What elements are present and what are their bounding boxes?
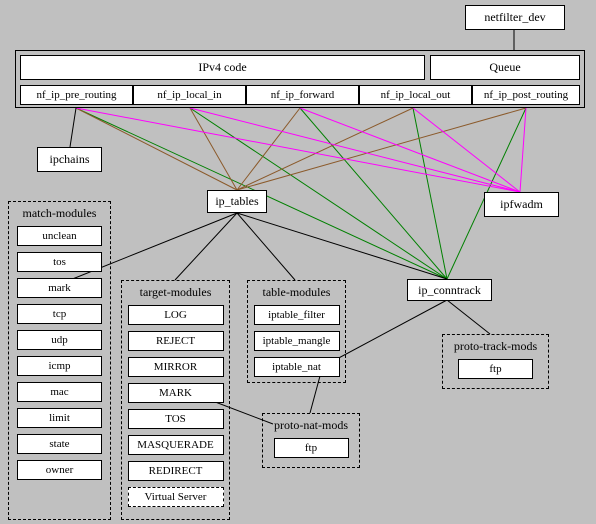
target-tos: TOS [128,409,224,429]
hook-forward-label: nf_ip_forward [271,89,335,101]
target-virtual-server: Virtual Server [128,487,224,507]
hook-post-routing-label: nf_ip_post_routing [484,89,568,101]
netfilter-dev-label: netfilter_dev [484,10,545,25]
target-reject: REJECT [128,331,224,351]
target-mirror: MIRROR [128,357,224,377]
ipchains-box: ipchains [37,147,102,172]
table-iptable-nat: iptable_nat [254,357,340,377]
netfilter-dev-box: netfilter_dev [465,5,565,30]
match-modules-header: match-modules [13,204,106,223]
proto-nat-mods-container: proto-nat-mods ftp [262,413,360,468]
table-iptable-mangle: iptable_mangle [254,331,340,351]
match-modules-container: match-modules unclean tos mark tcp udp i… [8,201,111,520]
queue-box: Queue [430,55,580,80]
hook-local-out-label: nf_ip_local_out [381,89,451,101]
proto-nat-mods-header: proto-nat-mods [267,416,355,435]
match-udp: udp [17,330,102,350]
hook-pre-routing: nf_ip_pre_routing [20,85,133,105]
ip-tables-label: ip_tables [215,194,258,209]
proto-nat-ftp: ftp [274,438,349,458]
hook-local-in-label: nf_ip_local_in [157,89,221,101]
hook-local-out: nf_ip_local_out [359,85,472,105]
ip-conntrack-label: ip_conntrack [418,283,481,298]
match-mac: mac [17,382,102,402]
ipfwadm-label: ipfwadm [500,197,543,212]
table-modules-container: table-modules iptable_filter iptable_man… [247,280,346,383]
target-log: LOG [128,305,224,325]
match-tcp: tcp [17,304,102,324]
proto-track-mods-container: proto-track-mods ftp [442,334,549,389]
target-mark: MARK [128,383,224,403]
match-owner: owner [17,460,102,480]
match-unclean: unclean [17,226,102,246]
proto-track-mods-header: proto-track-mods [447,337,544,356]
ipv4-code-box: IPv4 code [20,55,425,80]
match-state: state [17,434,102,454]
hook-post-routing: nf_ip_post_routing [472,85,580,105]
ipv4-code-label: IPv4 code [198,60,246,75]
hook-pre-routing-label: nf_ip_pre_routing [36,89,116,101]
match-tos: tos [17,252,102,272]
match-limit: limit [17,408,102,428]
ipfwadm-box: ipfwadm [484,192,559,217]
queue-label: Queue [489,60,520,75]
target-masquerade: MASQUERADE [128,435,224,455]
hook-local-in: nf_ip_local_in [133,85,246,105]
hook-forward: nf_ip_forward [246,85,359,105]
table-iptable-filter: iptable_filter [254,305,340,325]
ipchains-label: ipchains [50,152,90,167]
target-modules-container: target-modules LOG REJECT MIRROR MARK TO… [121,280,230,520]
proto-track-ftp: ftp [458,359,533,379]
match-icmp: icmp [17,356,102,376]
table-modules-header: table-modules [252,283,341,302]
ip-tables-box: ip_tables [207,190,267,213]
ip-conntrack-box: ip_conntrack [407,279,492,301]
target-modules-header: target-modules [126,283,225,302]
match-mark: mark [17,278,102,298]
target-redirect: REDIRECT [128,461,224,481]
